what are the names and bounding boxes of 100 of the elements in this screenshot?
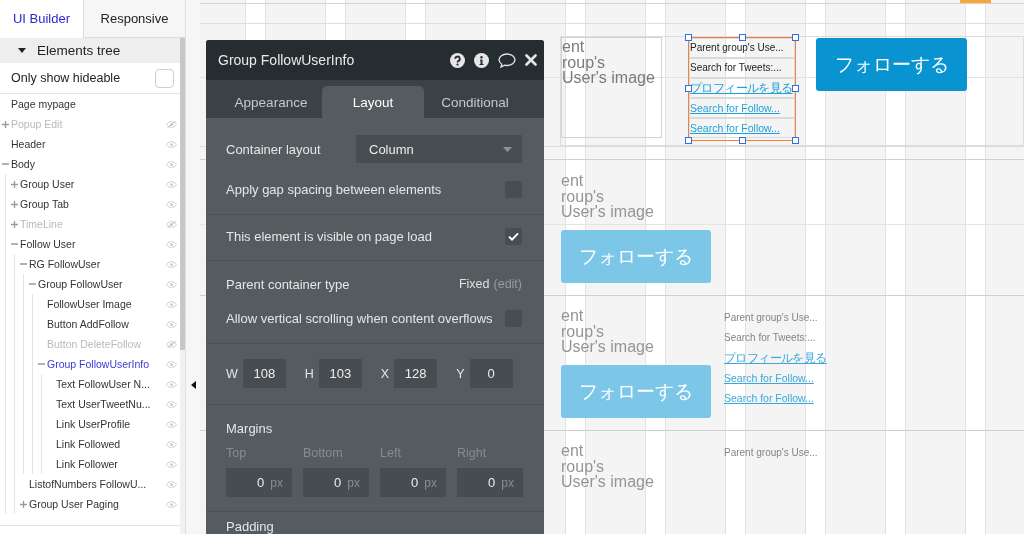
tree-item[interactable]: ListofNumbers FollowU... — [20, 474, 180, 494]
minus-icon[interactable] — [29, 283, 36, 285]
eye-icon[interactable] — [166, 460, 177, 468]
filter-label: Only show hideable — [11, 71, 121, 85]
resize-handle[interactable] — [792, 34, 799, 41]
tree-item[interactable]: Group User Paging — [20, 494, 180, 514]
margin-field[interactable]: 0 px — [380, 468, 446, 497]
editor-tab[interactable]: Conditional — [424, 86, 526, 118]
scrollbar-thumb[interactable] — [180, 38, 185, 350]
eye-icon[interactable] — [166, 140, 177, 148]
tree-item[interactable]: Link Follower — [47, 454, 180, 474]
resize-handle[interactable] — [792, 85, 799, 92]
tree-item[interactable]: Group User — [11, 174, 180, 194]
image-placeholder-text: ent roup's User's image — [561, 308, 654, 355]
tree-item[interactable]: Link Followed — [47, 434, 180, 454]
resize-handle[interactable] — [792, 137, 799, 144]
field-label: H — [304, 366, 314, 381]
plus-icon[interactable] — [11, 180, 18, 188]
plus-icon[interactable] — [11, 220, 18, 228]
setting-label: Parent container type — [226, 276, 350, 292]
plus-icon[interactable] — [20, 500, 27, 508]
eye-icon[interactable] — [166, 300, 177, 308]
field-label: W — [226, 366, 238, 381]
tree-item[interactable]: Text FollowUser N... — [47, 374, 180, 394]
eye-icon[interactable] — [166, 500, 177, 508]
text-label: Parent group's Use... — [723, 446, 819, 460]
eye-icon[interactable] — [166, 420, 177, 428]
tree-item[interactable]: Button AddFollow — [38, 314, 180, 334]
number-field[interactable]: 103 — [318, 359, 362, 388]
image-placeholder-text: ent roup's User's image — [561, 173, 654, 220]
collapse-arrow-icon[interactable] — [190, 381, 196, 389]
resize-handle[interactable] — [739, 34, 746, 41]
tree-item[interactable]: Group FollowUser — [29, 274, 180, 294]
image-placeholder-text: ent roup's User's image — [561, 443, 654, 490]
editor-tab[interactable]: Layout — [322, 86, 424, 118]
tree-item[interactable]: FollowUser Image — [38, 294, 180, 314]
section-heading: Margins — [226, 420, 273, 436]
number-field[interactable]: 108 — [242, 359, 286, 388]
tree-item[interactable]: Link UserProfile — [47, 414, 180, 434]
eye-icon[interactable] — [166, 260, 177, 268]
text-label: Search for Tweets:... — [723, 331, 817, 345]
info-icon[interactable] — [474, 52, 489, 68]
setting-label: Container layout — [226, 141, 321, 157]
tree-item[interactable]: Text UserTweetNu... — [47, 394, 180, 414]
tree-item[interactable]: RG FollowUser — [20, 254, 180, 274]
setting-label: This element is visible on page load — [226, 228, 432, 244]
margin-field[interactable]: 0 px — [457, 468, 523, 497]
text-label: Parent group's Use... — [723, 311, 819, 325]
field-label: X — [380, 366, 390, 381]
close-icon[interactable] — [525, 54, 537, 66]
margin-field[interactable]: 0 px — [226, 468, 292, 497]
editor-tab[interactable]: Appearance — [220, 86, 322, 118]
checkmark-icon — [508, 231, 519, 241]
eye-icon[interactable] — [166, 320, 177, 328]
plus-icon[interactable] — [2, 120, 9, 128]
page-edge-handle[interactable] — [960, 0, 991, 3]
tree-item[interactable]: Body — [2, 154, 180, 174]
dialog-title: Group FollowUserInfo — [218, 52, 355, 68]
plus-icon[interactable] — [11, 200, 18, 208]
eye-icon[interactable] — [166, 240, 177, 248]
tree-item[interactable]: Follow User — [11, 234, 180, 254]
section-heading: Padding — [226, 518, 274, 534]
tree-item[interactable]: Header — [2, 134, 180, 154]
resize-handle[interactable] — [685, 85, 692, 92]
tree-item[interactable]: Group Tab — [11, 194, 180, 214]
minus-icon[interactable] — [2, 163, 9, 165]
setting-value: Fixed — [458, 277, 490, 291]
section-header[interactable]: Elements tree — [0, 38, 180, 63]
help-icon[interactable] — [450, 52, 465, 68]
resize-handle[interactable] — [685, 34, 692, 41]
resize-handle[interactable] — [685, 137, 692, 144]
eye-slash-icon[interactable] — [166, 120, 177, 128]
eye-icon[interactable] — [166, 380, 177, 388]
eye-slash-icon[interactable] — [166, 340, 177, 348]
eye-icon[interactable] — [166, 160, 177, 168]
eye-icon[interactable] — [166, 440, 177, 448]
caret-down-icon[interactable] — [18, 48, 26, 53]
eye-slash-icon[interactable] — [166, 220, 177, 228]
eye-icon[interactable] — [166, 280, 177, 288]
tree-item[interactable]: Page mypage — [2, 94, 180, 114]
caret-down-icon — [503, 146, 512, 152]
eye-icon[interactable] — [166, 200, 177, 208]
panel-tab[interactable]: Responsive — [83, 0, 185, 38]
checkbox[interactable] — [155, 68, 174, 88]
minus-icon[interactable] — [20, 263, 27, 265]
checkbox[interactable] — [505, 227, 522, 245]
margin-field[interactable]: 0 px — [303, 468, 369, 497]
number-field[interactable]: 0 — [469, 359, 513, 388]
eye-icon[interactable] — [166, 360, 177, 368]
resize-handle[interactable] — [739, 137, 746, 144]
tree-item[interactable]: Group FollowUserInfo — [38, 354, 180, 374]
number-field[interactable]: 128 — [394, 359, 438, 388]
eye-icon[interactable] — [166, 480, 177, 488]
minus-icon[interactable] — [11, 243, 18, 245]
layout-dropdown[interactable]: Column — [356, 135, 522, 163]
minus-icon[interactable] — [38, 363, 45, 365]
text-label: Parent group's Use... — [689, 38, 795, 58]
comment-icon[interactable] — [498, 52, 516, 68]
eye-icon[interactable] — [166, 180, 177, 188]
eye-icon[interactable] — [166, 400, 177, 408]
